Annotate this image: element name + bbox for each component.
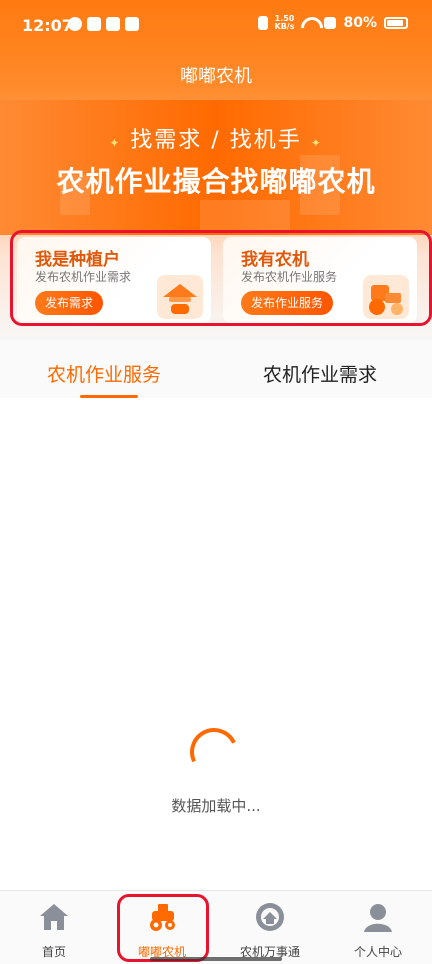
bottom-navigation: 首页 嘟嘟农机 农机万事通 个人中心 [0, 890, 432, 964]
nav-profile[interactable]: 个人中心 [324, 891, 432, 964]
nav-machinery-guide[interactable]: 农机万事通 [216, 891, 324, 964]
banner-headline: 农机作业撮合找嘟嘟农机 [56, 165, 376, 198]
page-title: 嘟嘟农机 [180, 66, 252, 87]
post-demand-button[interactable]: 发布需求 [35, 291, 104, 315]
nav-home-label: 首页 [41, 945, 66, 959]
home-indicator[interactable] [150, 957, 282, 961]
owner-card-desc: 发布农机作业服务 [241, 270, 338, 284]
nav-active-highlight [117, 894, 209, 962]
check-icon [68, 17, 82, 31]
person-icon [364, 904, 392, 932]
banner-subtitle: ✦ 找需求 / 找机手 ✦ [0, 122, 432, 154]
sparkle-icon: ✦ [310, 136, 323, 150]
chat-icon [106, 17, 120, 31]
status-right: 1.50 KB/s 80% [257, 15, 408, 31]
net-speed: 1.50 KB/s [275, 15, 295, 31]
wifi-icon [301, 17, 317, 29]
farmer-card-title: 我是种植户 [35, 250, 120, 270]
banner-decoration [200, 200, 290, 230]
service-icon [256, 903, 284, 931]
loading-text: 数据加载中... [171, 797, 261, 815]
tab-bar: 农机作业服务 农机作业需求 [0, 340, 432, 398]
loading-spinner-icon [183, 721, 245, 783]
farmer-card[interactable]: 我是种植户 发布农机作业需求 发布需求 [17, 237, 211, 323]
media-icon [87, 17, 101, 31]
battery-percent: 80% [343, 15, 377, 31]
sim-icon [324, 17, 337, 29]
sparkle-icon: ✦ [109, 136, 122, 150]
tab-machinery-service[interactable]: 农机作业服务 [47, 360, 161, 387]
status-bar: 12:07 1.50 KB/s 80% [0, 0, 432, 52]
notification-icons [68, 17, 139, 31]
nav-home[interactable]: 首页 [0, 891, 108, 964]
message-icon [125, 17, 139, 31]
status-time: 12:07 [22, 16, 73, 35]
battery-icon [384, 17, 408, 29]
net-speed-unit: KB/s [274, 22, 295, 31]
machinery-owner-card[interactable]: 我有农机 发布农机作业服务 发布作业服务 [223, 237, 417, 323]
farmer-card-desc: 发布农机作业需求 [35, 270, 132, 284]
home-icon [40, 904, 68, 930]
action-cards-highlight: 我是种植户 发布农机作业需求 发布需求 我有农机 发布农机作业服务 发布作业服务 [10, 230, 432, 326]
post-service-button[interactable]: 发布作业服务 [241, 291, 334, 315]
promo-banner[interactable]: ✦ 找需求 / 找机手 ✦ 农机作业撮合找嘟嘟农机 [0, 100, 432, 235]
farmer-hat-icon [157, 275, 203, 319]
tab-machinery-demand[interactable]: 农机作业需求 [263, 360, 377, 387]
tab-active-indicator [80, 395, 138, 398]
nav-profile-label: 个人中心 [353, 945, 402, 959]
vibrate-icon [257, 16, 268, 30]
banner-subtitle-text: 找需求 / 找机手 [130, 128, 302, 153]
owner-card-title: 我有农机 [241, 250, 309, 270]
tractor-icon [363, 275, 409, 319]
